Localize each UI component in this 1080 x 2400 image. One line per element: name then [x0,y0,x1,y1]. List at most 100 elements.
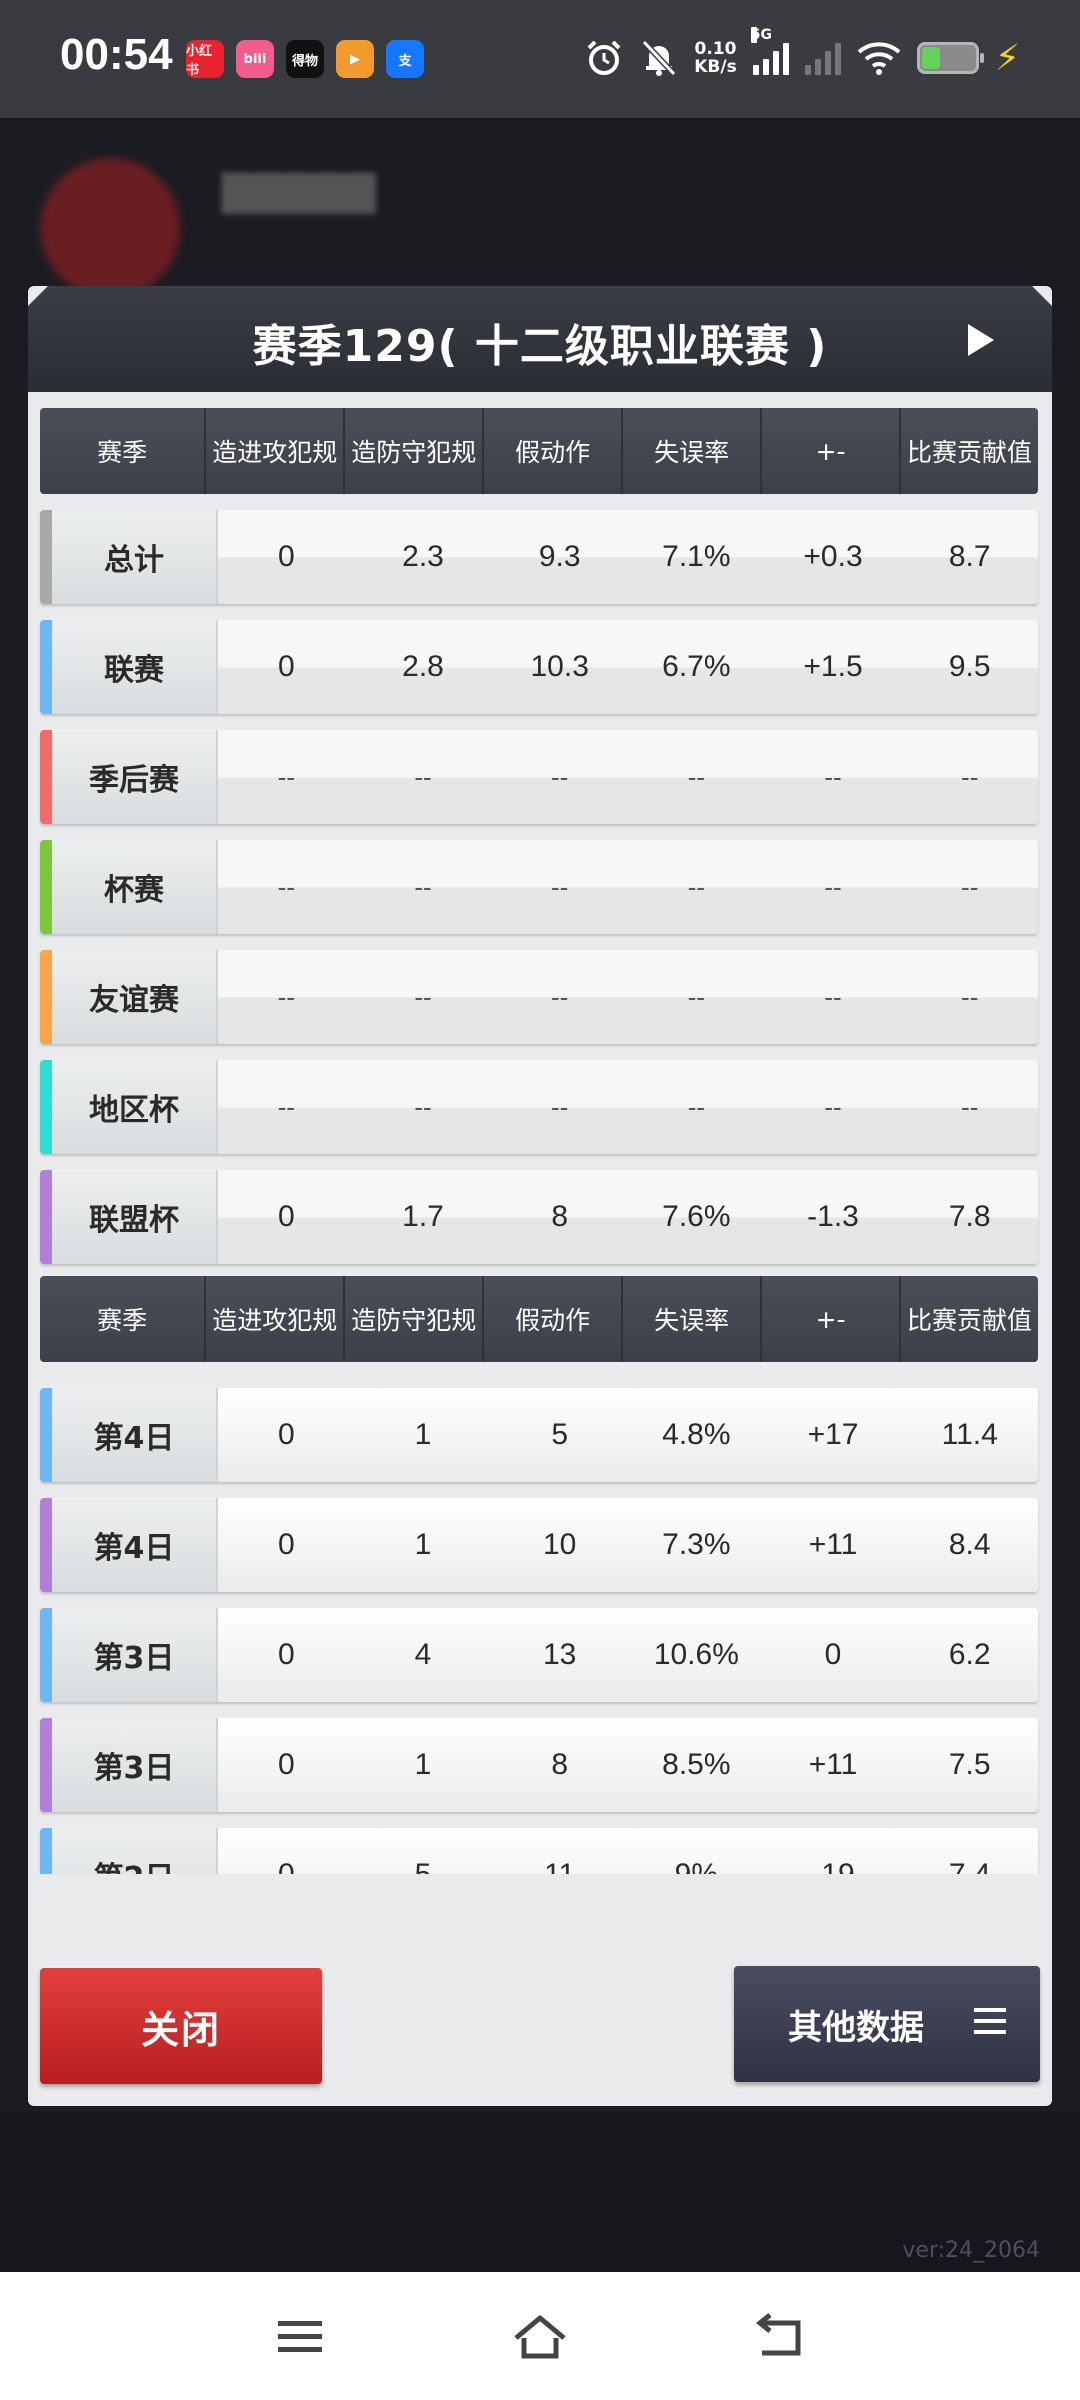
stat-cell: -- [277,871,295,902]
table-row[interactable]: 第2日05119%-197.4 [40,1828,1038,1874]
stat-cell: 1.7 [402,1200,444,1233]
stat-cell: -- [824,981,842,1012]
signal-sim2-icon [804,41,841,75]
stat-cell: -- [961,871,979,902]
column-header: 造防守犯规 [345,1276,485,1362]
status-bar: 00:54 小红书 bili 得物 ▶ 支 0.10 KB/s 5G ⚡ [0,0,1080,118]
table-row[interactable]: 季后赛 -- -- -- -- -- -- [40,730,1038,824]
stat-cell: 10 [542,1528,577,1561]
stat-cell: -- [551,981,569,1012]
stat-cell: 9.5 [948,650,991,683]
stat-cell: 5 [551,1418,569,1451]
stat-cell: -- [961,761,979,792]
stat-cell: -- [687,1091,706,1122]
table-header-season: 赛季 造进攻犯规 造防守犯规 假动作 失误率 +- 比赛贡献值 [40,408,1038,494]
stat-cell: 10.3 [530,650,589,683]
stat-cell: 0 [277,1200,295,1233]
recent-apps-button[interactable] [270,2310,330,2364]
table-row[interactable]: 第3日 0 4 13 10.6% 0 6.2 [40,1608,1038,1702]
stat-cell: 2.3 [402,540,444,573]
stat-cell: -- [414,871,432,902]
stats-table[interactable]: 赛季 造进攻犯规 造防守犯规 假动作 失误率 +- 比赛贡献值 总计 0 2.3 9.3 7.1% +… [28,392,1052,1874]
column-header: 造防守犯规 [345,408,485,494]
stat-cell: 1 [414,1528,432,1561]
table-row[interactable]: 第4日 0 1 5 4.8% +17 11.4 [40,1388,1038,1482]
stat-cell: 0 [277,1748,295,1781]
table-header-games: 赛季 造进攻犯规 造防守犯规 假动作 失误率 +- 比赛贡献值 [40,1276,1038,1362]
close-button[interactable]: 关闭 [40,1968,322,2084]
stat-cell: 6.2 [948,1638,991,1671]
home-button[interactable] [510,2310,570,2364]
stat-cell: +0.3 [803,540,863,573]
stat-cell: 0 [277,540,295,573]
column-header: 造进攻犯规 [206,1276,346,1362]
alipay-icon: 支 [386,40,424,78]
stat-cell: -- [414,1091,432,1122]
row-label: 第3日 [40,1718,218,1812]
stat-cell: -- [824,761,842,792]
row-color-stripe [40,1498,52,1592]
other-data-button[interactable]: 其他数据 [734,1966,1040,2082]
row-color-stripe [40,1608,52,1702]
table-row[interactable]: 总计 0 2.3 9.3 7.1% +0.3 8.7 [40,510,1038,604]
table-row[interactable]: 地区杯 -- -- -- -- -- -- [40,1060,1038,1154]
row-color-stripe [40,1828,52,1874]
stat-cell: -- [824,1091,842,1122]
wifi-icon [857,42,901,75]
row-color-stripe [40,1388,52,1482]
home-icon [514,2315,566,2359]
status-indicators: 0.10 KB/s 5G ⚡ [584,27,1020,86]
stat-cell: -- [687,871,706,902]
stat-cell: +1.5 [803,650,863,683]
stat-cell: +11 [808,1748,858,1781]
menu-icon [974,2008,1006,2034]
row-color-stripe [40,840,52,934]
table-row[interactable]: 友谊赛 -- -- -- -- -- -- [40,950,1038,1044]
stat-cell: 0 [277,1638,295,1671]
row-label: 第2日 [40,1828,218,1874]
table-row[interactable]: 第4日 0 1 10 7.3% +11 8.4 [40,1498,1038,1592]
table-row[interactable]: 联赛 0 2.8 10.3 6.7% +1.5 9.5 [40,620,1038,714]
avatar [40,158,180,298]
bilibili-icon: bili [236,40,274,78]
row-label: 友谊赛 [40,950,218,1044]
stat-cell: 4.8% [662,1418,731,1451]
network-speed: 0.10 KB/s [694,39,737,77]
row-label: 联盟杯 [40,1170,218,1264]
back-button[interactable] [750,2310,810,2364]
stat-cell: 7.6% [662,1200,731,1233]
deyi-icon: 得物 [286,40,324,78]
mute-bell-icon [642,39,677,77]
stat-cell: -- [824,871,842,902]
column-header: 造进攻犯规 [206,408,346,494]
video-app-icon: ▶ [336,40,374,78]
stat-cell: 0 [277,650,295,683]
next-season-button[interactable] [960,318,1000,362]
stat-cell: 5 [355,1828,492,1874]
row-label: 第4日 [40,1498,218,1592]
background-player-name: ▇▇▇▇▇ [222,168,376,214]
table-row[interactable]: 第3日 0 1 8 8.5% +11 7.5 [40,1718,1038,1812]
stat-cell: 0 [218,1828,355,1874]
table-row[interactable]: 联盟杯 0 1.7 8 7.6% -1.3 7.8 [40,1170,1038,1264]
stat-cell: -- [551,871,569,902]
stat-cell: -- [277,761,295,792]
version-label: ver:24_2064 [902,2238,1040,2263]
stat-cell: 4 [414,1638,432,1671]
row-color-stripe [40,620,52,714]
row-color-stripe [40,730,52,824]
table-row[interactable]: 杯赛 -- -- -- -- -- -- [40,840,1038,934]
stat-cell: 9% [628,1828,765,1874]
stat-cell: 0 [277,1418,295,1451]
column-header: 失误率 [623,408,763,494]
stat-cell: 8.4 [948,1528,991,1561]
stat-cell: 7.8 [948,1200,991,1233]
system-nav-bar [0,2272,1080,2400]
row-label: 联赛 [40,620,218,714]
battery-icon [916,42,984,74]
stat-cell: 1 [414,1748,432,1781]
row-label: 地区杯 [40,1060,218,1154]
stat-cell: -- [961,1091,979,1122]
stat-cell: 7.1% [662,540,731,573]
stat-cell: +11 [808,1528,858,1561]
